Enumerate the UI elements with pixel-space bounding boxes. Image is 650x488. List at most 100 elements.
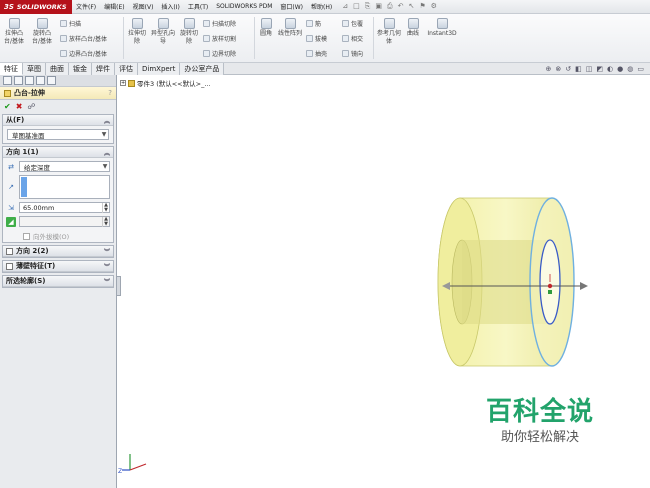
wrap-button[interactable]: 包覆	[342, 19, 363, 28]
rebuild-icon[interactable]: ⚑	[419, 2, 425, 11]
detail-preview-icon[interactable]: ☍	[27, 102, 35, 111]
solidworks-logo[interactable]: 3S SOLIDWORKS	[0, 0, 72, 14]
options-icon[interactable]: ⚙	[431, 2, 437, 11]
zoom-area-icon[interactable]: ⊗	[555, 65, 561, 73]
menu-file[interactable]: 文件(F)	[72, 2, 100, 11]
collapse-icon[interactable]: ︽	[104, 148, 110, 157]
open-icon[interactable]: ⎘	[365, 2, 371, 11]
rib-button[interactable]: 筋	[306, 19, 321, 28]
menu-edit[interactable]: 编辑(E)	[100, 2, 128, 11]
draft-outward-option[interactable]: 向外拔模(O)	[3, 230, 113, 242]
view-orientation-icon[interactable]: ◫	[586, 65, 593, 73]
appearance-icon[interactable]: ●	[617, 65, 623, 73]
intersect-button[interactable]: 相交	[342, 34, 363, 43]
menu-view[interactable]: 视图(V)	[129, 2, 158, 11]
select-icon[interactable]: ↖	[408, 2, 414, 11]
direction2-checkbox[interactable]	[6, 247, 13, 255]
direction-vector-row: ↗	[6, 175, 110, 199]
menu-insert[interactable]: 插入(I)	[157, 2, 183, 11]
collapse-icon[interactable]: ︽	[104, 116, 110, 125]
menu-window[interactable]: 窗口(W)	[276, 2, 307, 11]
draft-outward-checkbox[interactable]	[23, 232, 30, 240]
direction2-group-header[interactable]: 方向 2(2) ︾	[3, 246, 113, 257]
thin-feature-group-header[interactable]: 薄壁特征(T) ︾	[3, 261, 113, 272]
tab-weldments[interactable]: 焊件	[92, 63, 115, 75]
view-settings-icon[interactable]: ▭	[637, 65, 644, 73]
ok-check-icon[interactable]: ✔	[4, 102, 11, 111]
depth-input[interactable]: 65.00mm ▲ ▼	[19, 202, 110, 213]
expand-icon[interactable]: ︾	[104, 262, 110, 271]
boundary-boss-label: 边界凸台/基体	[69, 51, 108, 58]
display-style-icon[interactable]: ◩	[596, 65, 603, 73]
tab-office-products[interactable]: 办公室产品	[180, 63, 225, 75]
display-manager-tab-icon[interactable]	[47, 76, 56, 85]
extrude-cut-button[interactable]: 拉伸切除	[126, 18, 148, 46]
thin-feature-checkbox[interactable]	[6, 262, 13, 270]
menu-tools[interactable]: 工具(T)	[184, 2, 212, 11]
instant3d-button[interactable]: Instant3D	[425, 18, 459, 38]
from-select[interactable]: 草图基准面 ▼	[7, 129, 109, 140]
revolve-cut-icon	[183, 18, 195, 29]
revolve-cut-button[interactable]: 旋转切除	[178, 18, 200, 46]
expand-tree-icon[interactable]: +	[120, 80, 126, 86]
sweep-button[interactable]: 扫描	[60, 19, 81, 28]
print-icon[interactable]: ⎙	[387, 2, 393, 11]
feature-manager-tab-icon[interactable]	[3, 76, 12, 85]
new-document-icon[interactable]: □	[353, 2, 360, 11]
loft-boss-button[interactable]: 放样凸台/基体	[60, 34, 107, 43]
thin-feature-group: 薄壁特征(T) ︾	[2, 260, 114, 273]
panel-splitter-handle[interactable]	[116, 276, 121, 296]
hide-show-icon[interactable]: ◐	[607, 65, 613, 73]
flyout-feature-tree[interactable]: + 零件3 (默认<<默认>_...	[120, 78, 211, 88]
draft-angle-input[interactable]: ▲ ▼	[19, 216, 110, 227]
lofted-cut-button[interactable]: 放样切割	[203, 34, 236, 43]
mirror-button[interactable]: 镜向	[342, 49, 363, 58]
tab-features[interactable]: 特征	[0, 63, 23, 75]
linear-pattern-button[interactable]: 线性阵列	[278, 18, 302, 38]
help-icon[interactable]: ?	[108, 89, 112, 97]
spin-arrows-icon[interactable]: ▲ ▼	[102, 202, 109, 213]
menu-help[interactable]: 帮助(H)	[307, 2, 336, 11]
tab-surfaces[interactable]: 曲面	[46, 63, 69, 75]
configuration-manager-tab-icon[interactable]	[25, 76, 34, 85]
previous-view-icon[interactable]: ↺	[565, 65, 571, 73]
zoom-to-fit-icon[interactable]: ⊕	[546, 65, 552, 73]
boundary-cut-button[interactable]: 边界切除	[203, 49, 236, 58]
expand-icon[interactable]: ︾	[104, 277, 110, 286]
tab-sheet-metal[interactable]: 钣金	[69, 63, 92, 75]
reverse-direction-icon[interactable]: ⇄	[6, 162, 16, 172]
end-condition-select[interactable]: 给定深度 ▼	[19, 161, 110, 172]
selected-contours-group-header[interactable]: 所选轮廓(S) ︾	[3, 276, 113, 287]
property-manager-tab-icon[interactable]	[14, 76, 23, 85]
from-group-header[interactable]: 从(F) ︽	[3, 115, 113, 126]
save-icon[interactable]: ▣	[375, 2, 382, 11]
undo-icon[interactable]: ↶	[398, 2, 404, 11]
dimxpert-manager-tab-icon[interactable]	[36, 76, 45, 85]
boundary-boss-button[interactable]: 边界凸台/基体	[60, 49, 107, 58]
expand-icon[interactable]: ︾	[104, 247, 110, 256]
curves-button[interactable]: 曲线	[404, 18, 422, 38]
fillet-button[interactable]: 圆角	[257, 18, 275, 38]
section-view-icon[interactable]: ◧	[575, 65, 582, 73]
hole-wizard-button[interactable]: 异型孔向导	[151, 18, 175, 46]
revolve-boss-button[interactable]: 旋转凸台/基体	[30, 18, 54, 46]
pin-icon[interactable]: ⊿	[342, 2, 348, 11]
shell-button[interactable]: 抽壳	[306, 49, 327, 58]
menu-pdm[interactable]: SOLIDWORKS PDM	[212, 3, 276, 10]
tab-sketch[interactable]: 草图	[23, 63, 46, 75]
tab-dimxpert[interactable]: DimXpert	[138, 63, 181, 75]
property-manager-panel: 凸台-拉伸 ? ✔ ✖ ☍ 从(F) ︽ 草图基准面 ▼ 方向 1(1) ︽ ⇄…	[0, 75, 117, 488]
swept-cut-button[interactable]: 扫描切除	[203, 19, 236, 28]
scene-icon[interactable]: ◍	[627, 65, 633, 73]
draft-button[interactable]: 拔模	[306, 34, 327, 43]
reference-geometry-button[interactable]: 参考几何体	[377, 18, 401, 46]
direction1-label: 方向 1(1)	[6, 148, 39, 156]
extrude-boss-button[interactable]: 拉伸凸台/基体	[3, 18, 25, 46]
direction1-group-header[interactable]: 方向 1(1) ︽	[3, 147, 113, 158]
draft-angle-icon[interactable]: ◢	[6, 216, 16, 227]
direction-arrow-head[interactable]	[580, 282, 588, 290]
tab-evaluate[interactable]: 评估	[115, 63, 138, 75]
direction-selection-box[interactable]	[19, 175, 110, 199]
extruded-ring-model[interactable]	[420, 190, 600, 380]
cancel-x-icon[interactable]: ✖	[16, 102, 23, 111]
